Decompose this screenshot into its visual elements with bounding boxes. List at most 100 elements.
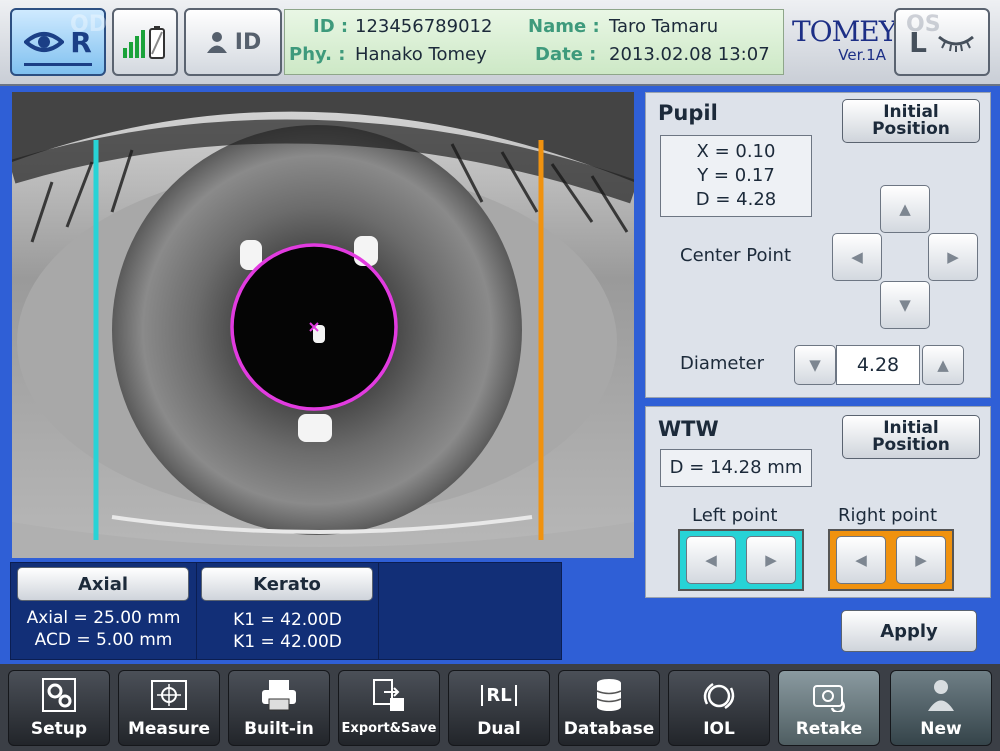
physician-value: Hanako Tomey bbox=[355, 44, 487, 65]
pupil-initial-position-button[interactable]: Initial Position bbox=[842, 99, 980, 143]
user-icon bbox=[206, 32, 227, 53]
retake-label: Retake bbox=[795, 719, 863, 739]
new-label: New bbox=[920, 719, 962, 739]
measure-button[interactable]: Measure bbox=[118, 670, 220, 746]
k1-value-2: K1 = 42.00D bbox=[233, 632, 342, 652]
printer-icon bbox=[229, 677, 329, 713]
diameter-increase-button[interactable]: ▲ bbox=[922, 345, 964, 385]
diameter-decrease-button[interactable]: ▼ bbox=[794, 345, 836, 385]
version-label: Ver.1A bbox=[838, 46, 886, 64]
date-label: Date : bbox=[535, 44, 597, 65]
built-in-label: Built-in bbox=[244, 719, 314, 739]
triangle-left-icon: ◀ bbox=[705, 551, 717, 569]
center-right-button[interactable]: ▶ bbox=[928, 233, 978, 281]
right-point-right-button[interactable]: ▶ bbox=[896, 536, 946, 584]
left-point-label: Left point bbox=[692, 505, 778, 526]
pupil-title: Pupil bbox=[658, 101, 718, 125]
eye-camera-image[interactable] bbox=[12, 92, 634, 558]
triangle-up-icon: ▲ bbox=[899, 200, 911, 218]
triangle-left-icon: ◀ bbox=[851, 248, 863, 266]
diameter-value[interactable]: 4.28 bbox=[836, 345, 920, 385]
eye-icon bbox=[24, 32, 65, 52]
active-underline bbox=[24, 63, 92, 66]
physician-label: Phy. : bbox=[289, 44, 346, 65]
id-label: ID : bbox=[313, 16, 349, 37]
triangle-right-icon: ▶ bbox=[765, 551, 777, 569]
apply-button[interactable]: Apply bbox=[841, 610, 977, 652]
iol-button[interactable]: IOL bbox=[668, 670, 770, 746]
center-up-button[interactable]: ▲ bbox=[880, 185, 930, 233]
database-button[interactable]: Database bbox=[558, 670, 660, 746]
connection-status-button[interactable] bbox=[112, 8, 178, 76]
left-eye-button[interactable]: OS L bbox=[894, 8, 990, 76]
id-button-label: ID bbox=[234, 29, 262, 55]
center-down-button[interactable]: ▼ bbox=[880, 281, 930, 329]
pupil-x: X = 0.10 bbox=[696, 141, 776, 162]
retake-button[interactable]: Retake bbox=[778, 670, 880, 746]
acd-value: ACD = 5.00 mm bbox=[34, 630, 173, 650]
center-left-button[interactable]: ◀ bbox=[832, 233, 882, 281]
triangle-down-icon: ▼ bbox=[809, 356, 821, 374]
person-icon bbox=[891, 677, 991, 713]
triangle-right-icon: ▶ bbox=[947, 248, 959, 266]
od-label: OD bbox=[70, 12, 107, 37]
dual-button[interactable]: RL Dual bbox=[448, 670, 550, 746]
empty-cell bbox=[379, 563, 561, 659]
diameter-label: Diameter bbox=[680, 353, 765, 374]
built-in-print-button[interactable]: Built-in bbox=[228, 670, 330, 746]
left-point-group: ◀ ▶ bbox=[678, 529, 804, 591]
setup-label: Setup bbox=[30, 719, 88, 739]
wtw-d-value: D = 14.28 mm bbox=[660, 449, 812, 487]
patient-id-button[interactable]: ID bbox=[184, 8, 282, 76]
signal-battery-icon bbox=[123, 26, 165, 59]
right-eye-button[interactable]: OD R bbox=[10, 8, 107, 76]
wtw-panel: WTW Initial Position D = 14.28 mm Left p… bbox=[645, 406, 991, 598]
iol-lens-icon bbox=[669, 677, 769, 713]
closed-eye-icon bbox=[937, 35, 974, 52]
camera-retake-icon bbox=[779, 677, 879, 713]
target-icon bbox=[119, 677, 219, 713]
right-point-group: ◀ ▶ bbox=[828, 529, 954, 591]
pupil-d: D = 4.28 bbox=[695, 189, 777, 210]
dual-rl-text: RL bbox=[481, 684, 517, 706]
gears-icon bbox=[9, 677, 109, 713]
brand-name: TOMEY bbox=[792, 15, 897, 48]
center-point-label: Center Point bbox=[680, 245, 791, 266]
os-label: OS bbox=[906, 12, 941, 37]
wtw-title: WTW bbox=[658, 417, 719, 441]
export-save-icon bbox=[339, 677, 439, 713]
date-value: 2013.02.08 13:07 bbox=[609, 44, 770, 65]
bottom-toolbar: Setup Measure Built-in Export&Save RL Du… bbox=[0, 664, 1000, 751]
name-value: Taro Tamaru bbox=[609, 16, 719, 37]
triangle-right-icon: ▶ bbox=[915, 551, 927, 569]
setup-button[interactable]: Setup bbox=[8, 670, 110, 746]
eye-image-canvas bbox=[12, 92, 634, 558]
kerato-button[interactable]: Kerato bbox=[201, 567, 373, 601]
pupil-readout: X = 0.10 Y = 0.17 D = 4.28 bbox=[660, 135, 812, 217]
k1-value: K1 = 42.00D bbox=[233, 610, 342, 630]
dual-rl-icon: RL bbox=[449, 677, 549, 713]
measurement-summary: Axial Axial = 25.00 mm ACD = 5.00 mm Ker… bbox=[10, 562, 562, 660]
wtw-initial-position-button[interactable]: Initial Position bbox=[842, 415, 980, 459]
left-point-right-button[interactable]: ▶ bbox=[746, 536, 796, 584]
database-icon bbox=[559, 677, 659, 713]
triangle-left-icon: ◀ bbox=[855, 551, 867, 569]
kerato-cell: Kerato K1 = 42.00D K1 = 42.00D bbox=[197, 563, 379, 659]
axial-cell: Axial Axial = 25.00 mm ACD = 5.00 mm bbox=[11, 563, 197, 659]
right-point-label: Right point bbox=[838, 505, 938, 526]
export-save-label: Export&Save bbox=[341, 721, 437, 736]
pupil-panel: Pupil Initial Position X = 0.10 Y = 0.17… bbox=[645, 92, 991, 398]
brand-logo: TOMEY Ver.1A bbox=[792, 15, 897, 65]
right-point-left-button[interactable]: ◀ bbox=[836, 536, 886, 584]
id-value: 123456789012 bbox=[355, 16, 493, 37]
left-point-left-button[interactable]: ◀ bbox=[686, 536, 736, 584]
dual-label: Dual bbox=[477, 719, 521, 739]
database-label: Database bbox=[563, 719, 655, 739]
triangle-down-icon: ▼ bbox=[899, 296, 911, 314]
measure-label: Measure bbox=[127, 719, 211, 739]
name-label: Name : bbox=[528, 16, 600, 37]
axial-button[interactable]: Axial bbox=[17, 567, 189, 601]
export-save-button[interactable]: Export&Save bbox=[338, 670, 440, 746]
pupil-y: Y = 0.17 bbox=[697, 165, 775, 186]
new-patient-button[interactable]: New bbox=[890, 670, 992, 746]
